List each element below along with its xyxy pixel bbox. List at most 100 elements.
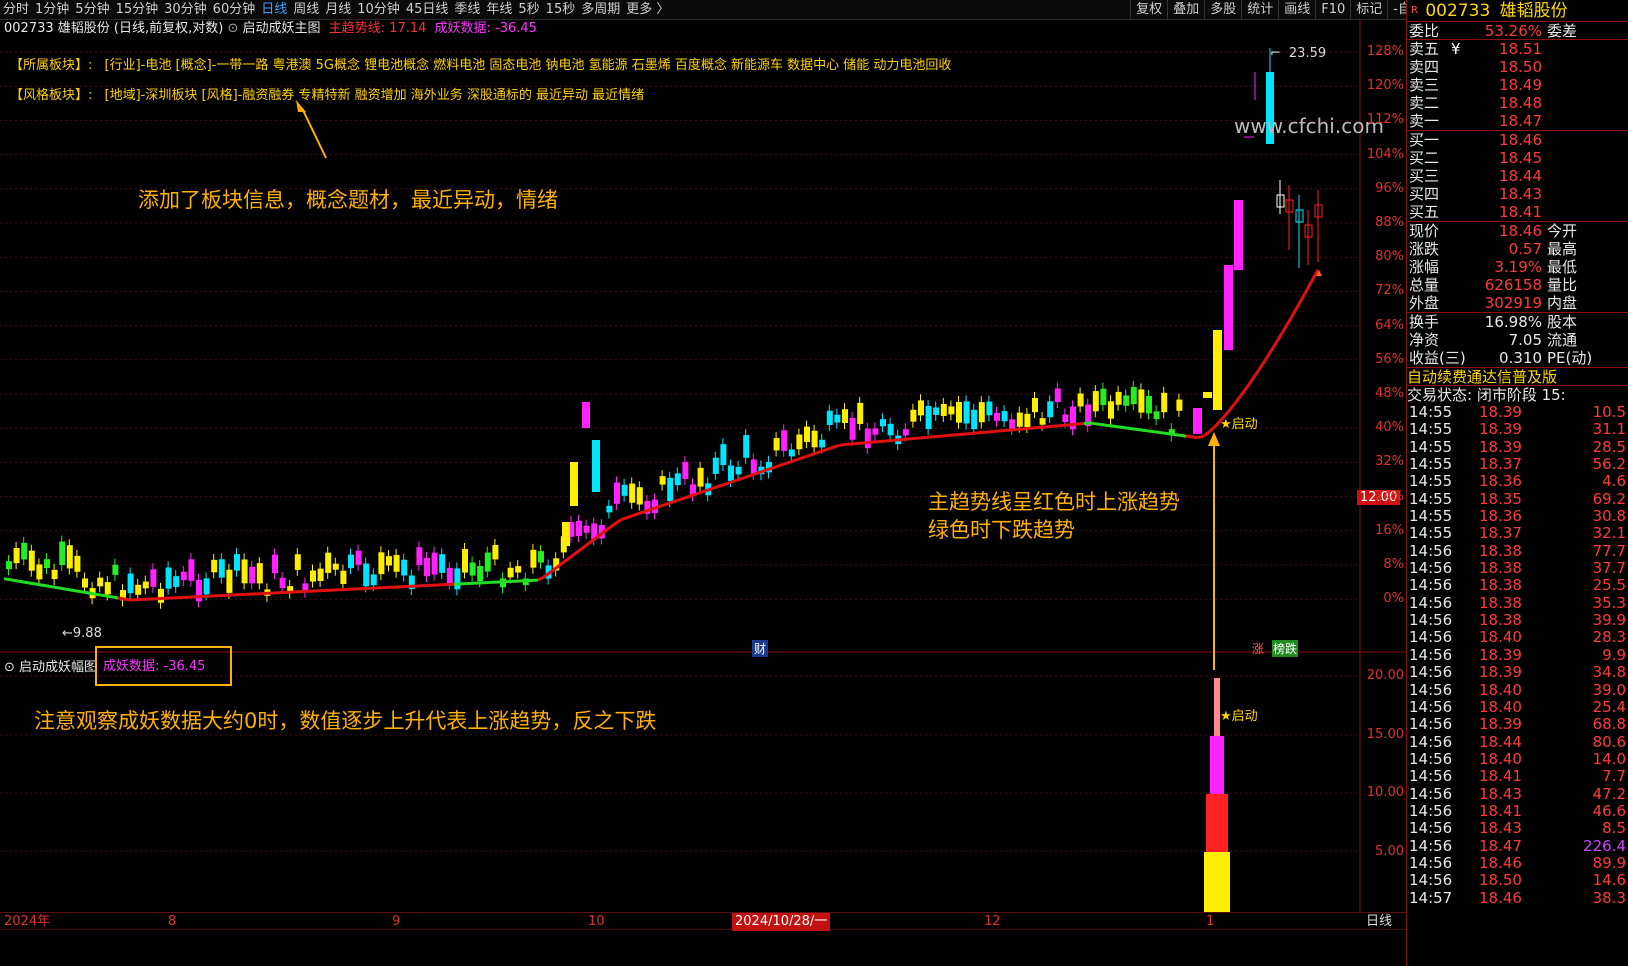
bangdie-flag[interactable]: 榜跌: [1272, 640, 1299, 657]
price-axis-label: 88%: [1375, 215, 1404, 230]
period-label: 日线: [1366, 914, 1393, 929]
candle-body: [1024, 413, 1031, 427]
sector-value: [行业]-电池 [概念]-一带一路 粤港澳 5G概念 锂电池概念 燃料电池 固态…: [104, 58, 952, 73]
candle-body: [13, 548, 20, 564]
candle-body: [97, 577, 104, 587]
candle-body: [484, 552, 491, 572]
candle-body: [940, 404, 947, 416]
collapse-icon[interactable]: ⊙: [227, 21, 238, 36]
period-tab[interactable]: 月线: [322, 0, 354, 19]
candle-body: [393, 554, 400, 572]
candle-body: [583, 525, 590, 533]
indicator-name[interactable]: 启动成妖主图: [243, 21, 321, 36]
promo-text[interactable]: 自动续费通达信普及版: [1407, 368, 1628, 386]
tick-row: 14:55 18.37 32.1: [1409, 524, 1626, 543]
price-axis-label: 120%: [1366, 78, 1404, 94]
period-tab[interactable]: 周线: [290, 0, 322, 19]
trend-line-red: [117, 269, 1320, 602]
period-tab[interactable]: 日线: [258, 0, 290, 19]
zhang-flag[interactable]: 涨: [1252, 640, 1264, 657]
kline-chart[interactable]: [0, 0, 1406, 930]
weibi-row: 委比 53.26% 委差: [1407, 22, 1628, 40]
candle-body: [142, 581, 149, 589]
price-axis-label: 16%: [1375, 522, 1404, 538]
candle-body: [211, 559, 218, 573]
sub-start-marker: ★启动: [1220, 709, 1258, 724]
period-tab[interactable]: 15秒: [543, 0, 579, 19]
period-tab[interactable]: 年线: [483, 0, 515, 19]
tool-button[interactable]: 画线: [1278, 0, 1315, 19]
period-tab[interactable]: 多周期: [578, 0, 623, 19]
candle-body: [446, 567, 453, 584]
buy-level: 买一 18.46: [1409, 131, 1542, 149]
price-axis-label: 104%: [1366, 146, 1404, 162]
period-tab[interactable]: 15分钟: [113, 0, 162, 19]
candle-body: [469, 562, 476, 576]
tick-row: 14:56 18.38 37.7: [1409, 559, 1626, 578]
price-axis-label: 40%: [1375, 420, 1404, 436]
candle-body: [74, 555, 81, 572]
candle-body: [582, 402, 590, 428]
sub-value-box: 成妖数据: -36.45: [95, 646, 232, 686]
candle-body: [872, 428, 879, 435]
candle-body: [241, 559, 248, 584]
tick-row: 14:56 18.39 34.8: [1409, 663, 1626, 682]
stat-row: 换手 16.98% 股本: [1409, 313, 1578, 331]
yao-bar-segment: [1204, 852, 1230, 912]
buy-level: 买五 18.41: [1409, 203, 1542, 221]
period-tab[interactable]: 1分钟: [32, 0, 72, 19]
candle-body: [1016, 412, 1023, 427]
price-axis-label: 112%: [1366, 112, 1404, 128]
candle-body: [971, 409, 978, 430]
period-tab[interactable]: 更多 〉: [623, 0, 672, 19]
annotation-trend-1: 主趋势线呈红色时上涨趋势: [928, 490, 1180, 514]
candle-body: [720, 444, 727, 465]
tick-row: 14:55 18.35 69.2: [1409, 489, 1626, 508]
tick-row: 14:55 18.39 10.5: [1409, 403, 1626, 421]
top-toolbar: 分时 1分钟 5分钟 15分钟 30分钟 60分钟 日线 周线 月线 10分钟 45日线 季线 年线 5秒…: [0, 0, 1466, 20]
period-tab[interactable]: 10分钟: [354, 0, 403, 19]
candle-body: [1146, 395, 1152, 414]
candle-body: [570, 462, 578, 506]
style-label: 【风格板块】:: [10, 88, 93, 103]
period-tab[interactable]: 45日线: [403, 0, 452, 19]
candle-body: [674, 473, 681, 486]
period-tab[interactable]: 30分钟: [161, 0, 210, 19]
candle-body: [317, 568, 324, 581]
tick-list[interactable]: 14:55 18.39 10.5 14:55 18.39 31.1 14:55 18.39 28…: [1407, 404, 1628, 907]
sell-level: 卖一 18.47: [1409, 112, 1542, 130]
candle-body: [234, 554, 240, 571]
candle-body: [530, 549, 537, 568]
tick-row: 14:56 18.38 35.3: [1409, 593, 1626, 612]
tick-row: 14:56 18.40 25.4: [1409, 697, 1626, 716]
candle-body: [743, 435, 750, 458]
candle-body: [127, 573, 134, 594]
candle-body: [249, 566, 256, 584]
cai-flag[interactable]: 财: [752, 640, 769, 657]
tool-button[interactable]: 多股: [1204, 0, 1241, 19]
tool-button[interactable]: 统计: [1241, 0, 1278, 19]
stat-row: 涨幅 3.19% 最低: [1409, 258, 1578, 276]
tool-button[interactable]: 标记: [1350, 0, 1387, 19]
sub-panel-title[interactable]: ⊙ 启动成妖幅图: [4, 656, 97, 675]
tool-button[interactable]: 复权: [1130, 0, 1167, 19]
annotation-yao: 注意观察成妖数据大约0时，数值逐步上升代表上涨趋势，反之下跌: [34, 709, 657, 733]
period-tab[interactable]: 季线: [451, 0, 483, 19]
candle-body: [150, 569, 157, 587]
period-tab[interactable]: 分时: [0, 0, 32, 19]
candle-body: [1234, 200, 1243, 270]
price-axis-label: 64%: [1375, 317, 1404, 333]
candle-body: [667, 477, 674, 502]
candle-body: [918, 400, 924, 416]
candle-body: [401, 559, 408, 576]
period-tab[interactable]: 5分钟: [72, 0, 112, 19]
tool-button[interactable]: 叠加: [1167, 0, 1204, 19]
tool-button[interactable]: F10: [1315, 0, 1350, 19]
tick-row: 14:56 18.41 46.6: [1409, 801, 1626, 820]
period-tab[interactable]: 5秒: [515, 0, 542, 19]
period-tab[interactable]: 60分钟: [210, 0, 259, 19]
price-axis-label: 8%: [1383, 557, 1404, 572]
candle-body: [332, 563, 339, 570]
sell-level: 卖四 18.50: [1409, 58, 1542, 76]
candle-body: [59, 541, 66, 566]
